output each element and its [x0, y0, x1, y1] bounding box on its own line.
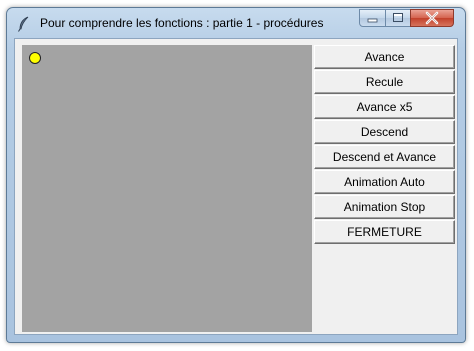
descend-button[interactable]: Descend — [314, 120, 455, 144]
minimize-icon — [367, 18, 378, 23]
minimize-button[interactable] — [359, 9, 386, 27]
animation-stop-button[interactable]: Animation Stop — [314, 195, 455, 219]
maximize-icon — [393, 13, 403, 22]
close-button[interactable] — [410, 9, 454, 27]
maximize-button[interactable] — [385, 9, 411, 27]
command-button-panel: Avance Recule Avance x5 Descend Descend … — [312, 45, 456, 245]
feather-icon[interactable] — [17, 16, 31, 32]
close-icon — [425, 11, 439, 25]
drawing-canvas[interactable] — [22, 45, 312, 332]
avance-x5-button[interactable]: Avance x5 — [314, 95, 455, 119]
descend-et-avance-button[interactable]: Descend et Avance — [314, 145, 455, 169]
app-window: Pour comprendre les fonctions : partie 1… — [6, 7, 466, 343]
window-title: Pour comprendre les fonctions : partie 1… — [40, 16, 324, 30]
title-bar[interactable]: Pour comprendre les fonctions : partie 1… — [7, 8, 465, 38]
fermeture-button[interactable]: FERMETURE — [314, 220, 455, 244]
client-area: Avance Recule Avance x5 Descend Descend … — [14, 38, 458, 335]
avance-button[interactable]: Avance — [314, 45, 455, 69]
recule-button[interactable]: Recule — [314, 70, 455, 94]
animation-auto-button[interactable]: Animation Auto — [314, 170, 455, 194]
yellow-ball — [29, 52, 41, 64]
